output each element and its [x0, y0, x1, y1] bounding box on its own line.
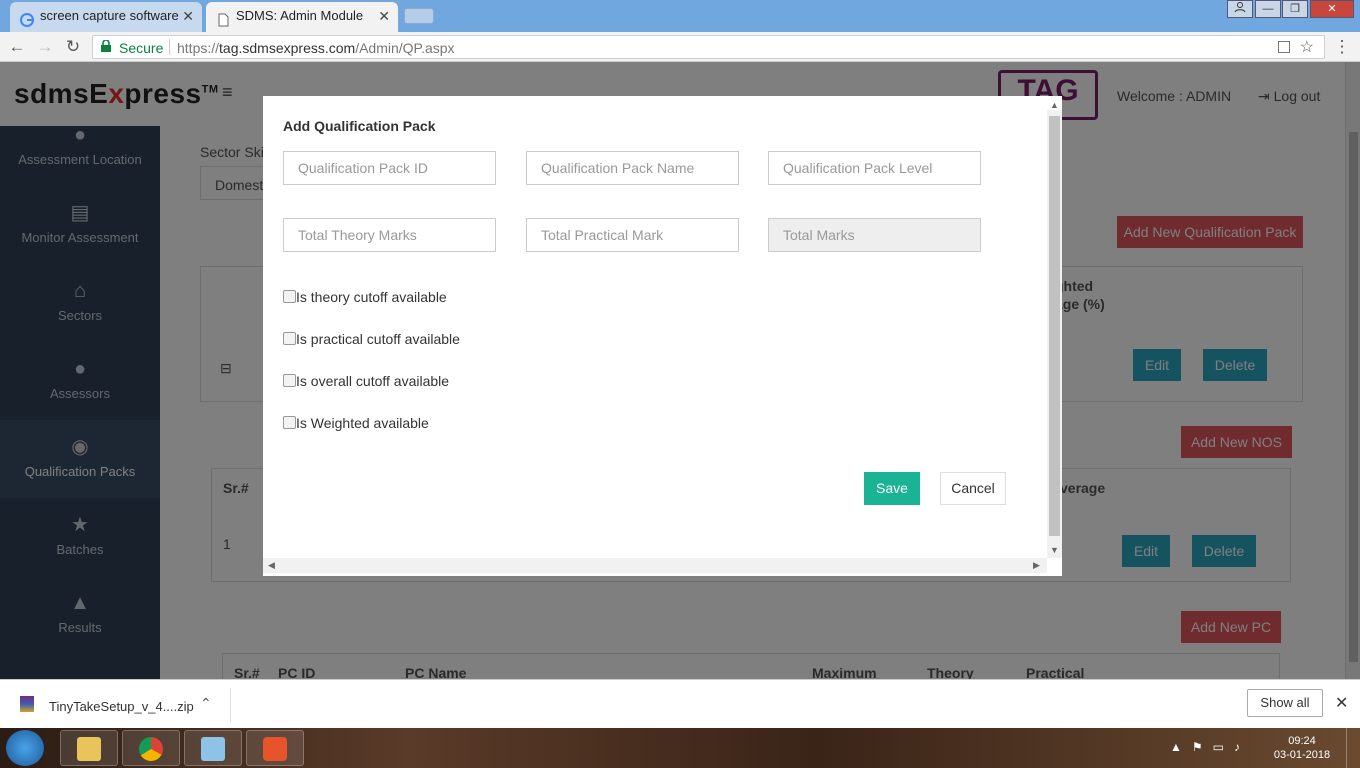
download-bar: TinyTakeSetup_v_4....zip ⌃ Show all ✕ [0, 679, 1360, 728]
restore-icon[interactable]: ❐ [1282, 0, 1308, 18]
browser-tab-screen-capture[interactable]: screen capture software ✕ [10, 2, 202, 32]
theory-cutoff-checkbox[interactable] [283, 290, 296, 303]
archive-file-icon [20, 696, 34, 712]
modal-horizontal-scrollbar[interactable]: ◀ ▶ [263, 558, 1047, 573]
total-practical-mark-input[interactable] [526, 218, 739, 252]
cancel-button[interactable]: Cancel [940, 472, 1006, 505]
practical-cutoff-label: Is practical cutoff available [296, 331, 460, 347]
screen-capture-app-icon[interactable] [246, 730, 304, 766]
browser-menu-icon[interactable]: ⋮ [1331, 36, 1353, 58]
close-icon[interactable]: ✕ [378, 2, 390, 30]
reload-icon[interactable]: ↻ [62, 36, 84, 58]
overall-cutoff-checkbox[interactable] [283, 374, 296, 387]
scroll-up-icon[interactable]: ▲ [1050, 100, 1059, 110]
browser-tab-strip: screen capture software ✕ SDMS: Admin Mo… [0, 0, 1360, 32]
download-item[interactable]: TinyTakeSetup_v_4....zip [49, 699, 194, 714]
bookmark-star-icon[interactable]: ☆ [1300, 37, 1314, 57]
total-marks-input [768, 218, 981, 252]
lock-icon [101, 39, 111, 52]
theory-cutoff-label: Is theory cutoff available [296, 289, 447, 305]
back-icon[interactable]: ← [6, 36, 28, 58]
minimize-icon[interactable]: — [1255, 0, 1281, 18]
clock[interactable]: 09:24 03-01-2018 [1272, 734, 1332, 762]
add-qualification-pack-modal: Add Qualification Pack Is theory cutoff … [263, 96, 1062, 576]
google-icon [20, 9, 34, 27]
theory-cutoff-row: Is theory cutoff available [283, 289, 447, 305]
file-explorer-icon[interactable] [60, 730, 118, 766]
browser-toolbar: ← → ↻ Secure https://tag.sdmsexpress.com… [0, 32, 1360, 62]
overall-cutoff-label: Is overall cutoff available [296, 373, 450, 389]
url-text[interactable]: https://tag.sdmsexpress.com/Admin/QP.asp… [177, 40, 455, 56]
system-tray[interactable]: ▲⚑▭♪ [1170, 740, 1250, 754]
save-button[interactable]: Save [864, 472, 920, 505]
windows-taskbar: ▲⚑▭♪ 09:24 03-01-2018 [0, 728, 1360, 768]
scroll-left-icon[interactable]: ◀ [268, 560, 275, 571]
address-bar[interactable]: Secure https://tag.sdmsexpress.com/Admin… [92, 35, 1325, 59]
close-icon[interactable]: ✕ [1335, 693, 1348, 713]
scroll-right-icon[interactable]: ▶ [1033, 560, 1040, 571]
close-icon[interactable]: ✕ [182, 2, 194, 30]
page-icon [216, 9, 230, 27]
modal-vertical-scrollbar[interactable]: ▲ ▼ [1047, 100, 1062, 558]
weighted-label: Is Weighted available [296, 415, 429, 431]
divider [230, 688, 231, 722]
tab-label: SDMS: Admin Module [236, 8, 364, 23]
box-app-icon[interactable] [184, 730, 242, 766]
total-theory-marks-input[interactable] [283, 218, 496, 252]
qp-level-input[interactable] [768, 151, 981, 185]
show-all-button[interactable]: Show all [1247, 689, 1323, 717]
window-close-icon[interactable]: ✕ [1310, 0, 1354, 18]
qp-name-input[interactable] [526, 151, 739, 185]
overall-cutoff-row: Is overall cutoff available [283, 373, 449, 389]
scrollbar-thumb[interactable] [1049, 116, 1060, 536]
chevron-up-icon[interactable]: ⌃ [200, 695, 212, 712]
secure-label: Secure [119, 40, 164, 56]
show-desktop-button[interactable] [1346, 728, 1360, 768]
chrome-icon[interactable] [122, 730, 180, 766]
weighted-row: Is Weighted available [283, 415, 429, 431]
forward-icon[interactable]: → [34, 36, 56, 58]
modal-title: Add Qualification Pack [283, 118, 436, 134]
windows-start-icon[interactable] [6, 730, 44, 766]
browser-tab-sdms[interactable]: SDMS: Admin Module ✕ [206, 2, 398, 32]
new-tab-button[interactable] [404, 8, 434, 24]
practical-cutoff-checkbox[interactable] [283, 332, 296, 345]
scroll-down-icon[interactable]: ▼ [1050, 545, 1059, 555]
divider [169, 39, 170, 55]
practical-cutoff-row: Is practical cutoff available [283, 331, 460, 347]
tab-label: screen capture software [40, 8, 179, 23]
user-icon[interactable] [1227, 0, 1253, 18]
extension-icon[interactable] [1278, 41, 1290, 53]
weighted-checkbox[interactable] [283, 416, 296, 429]
qp-id-input[interactable] [283, 151, 496, 185]
